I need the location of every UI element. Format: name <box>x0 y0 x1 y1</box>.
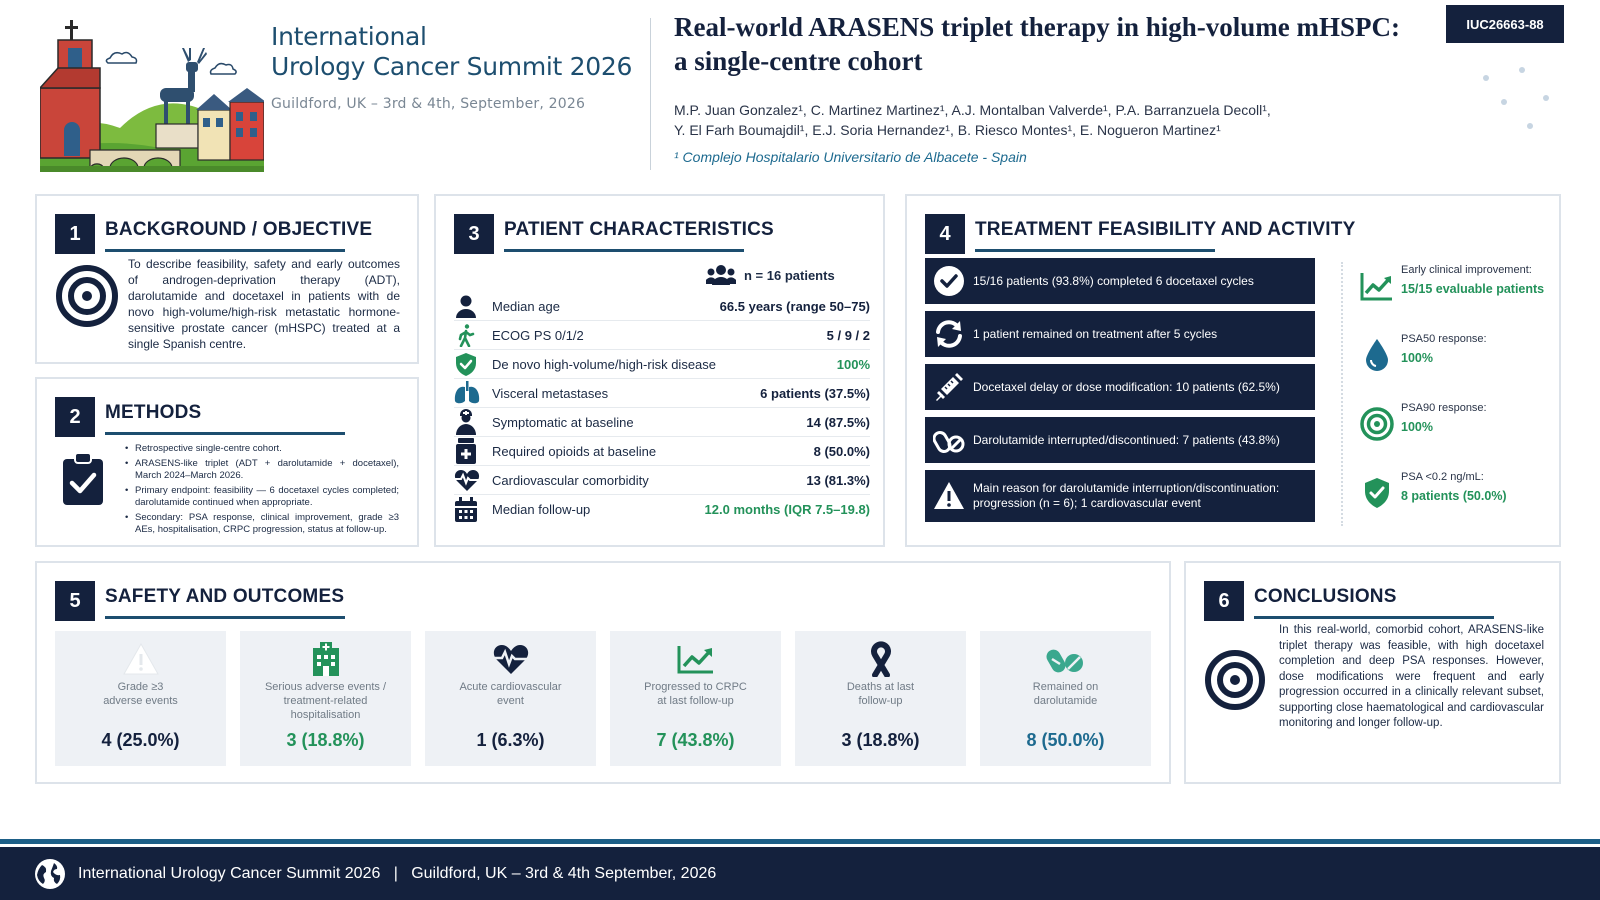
medicine-bottle-icon <box>456 438 476 464</box>
feasibility-bar: Main reason for darolutamide interruptio… <box>925 470 1315 522</box>
header-divider <box>650 18 651 170</box>
patient-count: n = 16 patients <box>706 264 835 286</box>
feasibility-bar: Darolutamide interrupted/discontinued: 7… <box>925 417 1315 463</box>
section-number: 2 <box>55 397 95 437</box>
characteristic-row: Cardiovascular comorbidity 13 (81.3%) <box>454 466 870 495</box>
characteristic-row: Visceral metastases 6 patients (37.5%) <box>454 379 870 408</box>
check-circle-icon <box>934 266 964 296</box>
trend-chart-icon <box>677 646 713 674</box>
section-underline <box>105 616 345 619</box>
drop-icon <box>1366 339 1388 371</box>
target-icon <box>1205 650 1265 710</box>
heart-pulse-icon <box>454 470 480 491</box>
treatment-feasibility-panel: 4 TREATMENT FEASIBILITY AND ACTIVITY 15/… <box>905 194 1561 547</box>
person-icon <box>456 295 476 318</box>
footer-text: International Urology Cancer Summit 2026… <box>78 864 717 882</box>
poster-affiliation: ¹ Complejo Hospitalario Universitario de… <box>674 149 1027 165</box>
section-title: SAFETY AND OUTCOMES <box>105 586 345 607</box>
outcome-tile: Serious adverse events / treatment-relat… <box>240 631 411 766</box>
warning-icon <box>122 643 159 675</box>
characteristic-row: Symptomatic at baseline 14 (87.5%) <box>454 408 870 437</box>
activity-metric: PSA50 response: 100% <box>1359 327 1549 377</box>
characteristic-row: Median follow-up 12.0 months (IQR 7.5–19… <box>454 495 870 524</box>
section-number: 6 <box>1204 581 1244 621</box>
hospital-icon <box>312 642 339 676</box>
calendar-icon <box>455 496 477 522</box>
outcome-tile: Grade ≥3 adverse events 4 (25.0%) <box>55 631 226 766</box>
activity-metric: PSA <0.2 ng/mL: 8 patients (50.0%) <box>1359 465 1549 515</box>
conference-logo-illustration <box>40 20 264 172</box>
decorative-dots <box>1483 67 1549 129</box>
activity-metric: Early clinical improvement: 15/15 evalua… <box>1359 258 1549 308</box>
pills-icon <box>1046 649 1083 673</box>
warning-icon <box>934 482 964 509</box>
section-underline <box>105 249 345 252</box>
background-objective-panel: 1 BACKGROUND / OBJECTIVE To describe fea… <box>35 194 419 364</box>
feasibility-bar: Docetaxel delay or dose modification: 10… <box>925 364 1315 410</box>
section-title: CONCLUSIONS <box>1254 586 1397 607</box>
section-title: METHODS <box>105 402 202 423</box>
poster-id-badge: IUC26663-88 <box>1446 5 1564 43</box>
patient-characteristics-panel: 3 PATIENT CHARACTERISTICS n = 16 patient… <box>434 194 885 547</box>
patient-icon <box>456 409 476 435</box>
section-number: 4 <box>925 214 965 254</box>
characteristic-row: ECOG PS 0/1/2 5 / 9 / 2 <box>454 321 870 350</box>
conclusions-text: In this real-world, comorbid cohort, ARA… <box>1279 624 1544 729</box>
outcome-tile: Deaths at last follow-up 3 (18.8%) <box>795 631 966 766</box>
footer-accent-line <box>0 839 1600 844</box>
list-item: Secondary: PSA response, clinical improv… <box>125 512 399 537</box>
target-icon <box>1360 407 1394 441</box>
feasibility-bar: 15/16 patients (93.8%) completed 6 docet… <box>925 258 1315 304</box>
conference-subtitle: Guildford, UK – 3rd & 4th, September, 20… <box>271 96 586 112</box>
trend-chart-icon <box>1360 273 1392 301</box>
activity-metric: PSA90 response: 100% <box>1359 396 1549 446</box>
ribbon-icon <box>870 641 891 677</box>
list-item: Retrospective single-centre cohort. <box>125 443 399 456</box>
outcome-tile: Remained on darolutamide 8 (50.0%) <box>980 631 1151 766</box>
refresh-icon <box>936 320 962 348</box>
section-title: PATIENT CHARACTERISTICS <box>504 219 774 240</box>
pills-icon <box>933 431 965 453</box>
target-icon <box>56 265 118 327</box>
conference-title: International Urology Cancer Summit 2026 <box>271 22 633 81</box>
walking-icon <box>458 324 475 347</box>
clipboard-check-icon <box>63 452 103 505</box>
footer: International Urology Cancer Summit 2026… <box>0 847 1600 900</box>
section-number: 1 <box>55 214 95 254</box>
methods-list: Retrospective single-centre cohort. ARAS… <box>125 443 399 539</box>
outcome-tile: Progressed to CRPC at last follow-up 7 (… <box>610 631 781 766</box>
section-underline <box>975 249 1215 252</box>
conclusions-panel: 6 CONCLUSIONS In this real-world, comorb… <box>1184 561 1561 784</box>
characteristic-row: Required opioids at baseline 8 (50.0%) <box>454 437 870 466</box>
syringe-icon <box>936 373 963 401</box>
shield-check-icon <box>1365 478 1389 508</box>
section-underline <box>504 249 744 252</box>
shield-check-icon <box>456 353 476 376</box>
safety-outcomes-panel: 5 SAFETY AND OUTCOMES Grade ≥3 adverse e… <box>35 561 1171 784</box>
background-text: To describe feasibility, safety and earl… <box>128 257 400 351</box>
lungs-icon <box>454 381 480 404</box>
outcome-tile: Acute cardiovascular event 1 (6.3%) <box>425 631 596 766</box>
characteristic-row: De novo high-volume/high-risk disease 10… <box>454 350 870 379</box>
heart-pulse-icon <box>492 645 529 674</box>
poster-title: Real-world ARASENS triplet therapy in hi… <box>674 12 1401 76</box>
section-underline <box>105 432 345 435</box>
methods-panel: 2 METHODS Retrospective single-centre co… <box>35 377 419 547</box>
list-item: ARASENS-like triplet (ADT + darolutamide… <box>125 458 399 483</box>
group-icon <box>706 265 736 285</box>
poster-authors: M.P. Juan Gonzalez¹, C. Martinez Martine… <box>674 102 1271 138</box>
list-item: Primary endpoint: feasibility — 6 doceta… <box>125 485 399 510</box>
section-title: TREATMENT FEASIBILITY AND ACTIVITY <box>975 219 1356 240</box>
characteristic-row: Median age 66.5 years (range 50–75) <box>454 292 870 321</box>
section-underline <box>1254 616 1494 619</box>
globe-icon <box>35 858 65 889</box>
activity-divider <box>1341 262 1343 526</box>
section-number: 3 <box>454 214 494 254</box>
section-title: BACKGROUND / OBJECTIVE <box>105 219 373 240</box>
section-number: 5 <box>55 581 95 621</box>
feasibility-bar: 1 patient remained on treatment after 5 … <box>925 311 1315 357</box>
